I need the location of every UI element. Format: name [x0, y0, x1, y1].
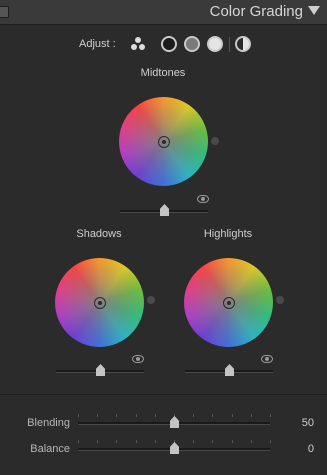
panel-toggle-icon[interactable] [308, 6, 320, 15]
slider-tick [193, 440, 195, 443]
slider-tick [250, 414, 252, 417]
highlights-wheel-handle[interactable] [222, 296, 235, 309]
adjust-label: Adjust : [79, 38, 116, 50]
slider-tick [97, 440, 99, 443]
shadows-saturation-dot[interactable] [147, 296, 155, 304]
slider-tick [231, 414, 233, 417]
section-divider [0, 394, 327, 395]
midtones-slider-thumb[interactable] [160, 204, 169, 216]
slider-tick [135, 440, 137, 443]
shadows-luminance-slider[interactable] [56, 364, 144, 377]
slider-tick [135, 414, 137, 417]
three-way-icon[interactable] [130, 36, 146, 52]
midtones-wheel[interactable] [119, 97, 208, 186]
shadows-wheel[interactable] [55, 258, 144, 347]
slider-tick [154, 414, 156, 417]
highlights-icon[interactable] [207, 36, 223, 52]
highlights-label: Highlights [203, 228, 253, 240]
slider-tick [231, 440, 233, 443]
midtones-luminance-slider[interactable] [120, 204, 208, 217]
three-way-dot-left [131, 44, 137, 50]
shadows-icon[interactable] [161, 36, 177, 52]
slider-tick [212, 440, 214, 443]
midtones-saturation-dot[interactable] [211, 137, 219, 145]
midtones-icon[interactable] [184, 36, 200, 52]
shadows-label: Shadows [76, 228, 122, 240]
adjust-row: Adjust : [0, 36, 327, 56]
shadows-wheel-handle[interactable] [93, 296, 106, 309]
slider-tick [270, 440, 271, 443]
balance-label: Balance [30, 443, 70, 455]
slider-tick [116, 414, 118, 417]
slider-tick [78, 414, 79, 417]
slider-tick [193, 414, 195, 417]
global-icon[interactable] [235, 36, 251, 52]
highlights-wheel[interactable] [184, 258, 273, 347]
highlights-slider-thumb[interactable] [225, 364, 234, 376]
slider-tick [270, 414, 271, 417]
slider-tick [250, 440, 252, 443]
balance-slider-thumb[interactable] [170, 442, 179, 454]
highlights-saturation-dot[interactable] [276, 296, 284, 304]
blending-slider-thumb[interactable] [170, 416, 179, 428]
panel-title: Color Grading [209, 3, 303, 20]
slider-tick [97, 414, 99, 417]
midtones-wheel-handle[interactable] [157, 135, 170, 148]
shadows-slider-thumb[interactable] [96, 364, 105, 376]
highlights-luminance-slider[interactable] [185, 364, 273, 377]
slider-tick [154, 440, 156, 443]
panel-header[interactable]: Color Grading [0, 0, 327, 25]
three-way-dot-top [135, 37, 141, 43]
slider-tick [212, 414, 214, 417]
slider-tick [78, 440, 79, 443]
slider-tick [116, 440, 118, 443]
mode-divider [229, 37, 230, 52]
blending-value[interactable]: 50 [302, 417, 314, 429]
balance-value[interactable]: 0 [308, 443, 314, 455]
shadows-eye-icon[interactable] [132, 355, 144, 363]
highlights-eye-icon[interactable] [261, 355, 273, 363]
blending-label: Blending [27, 417, 70, 429]
midtones-eye-icon[interactable] [197, 195, 209, 203]
balance-slider[interactable] [78, 440, 271, 455]
blending-slider[interactable] [78, 414, 271, 429]
three-way-dot-right [139, 44, 145, 50]
panel-collapse-handle[interactable] [0, 6, 9, 18]
midtones-label: Midtones [140, 67, 186, 79]
